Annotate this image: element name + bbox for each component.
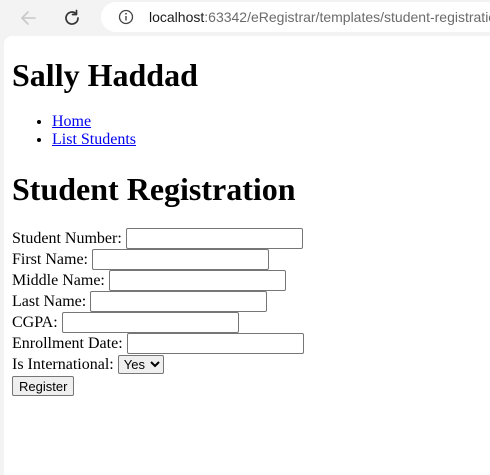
reload-icon <box>65 9 79 25</box>
submit-row: Register <box>12 375 482 396</box>
is-international-label: Is International: <box>12 355 114 373</box>
cgpa-row: CGPA: <box>12 312 482 333</box>
url-path: :63342/eRegistrar/templates/student-regi… <box>204 9 490 25</box>
is-international-row: Is International: Yes <box>12 354 482 375</box>
url-host: localhost <box>149 9 205 25</box>
first-name-row: First Name: <box>12 249 482 270</box>
nav-list: Home List Students <box>12 113 482 149</box>
last-name-label: Last Name: <box>12 292 87 310</box>
page-title: Student Registration <box>12 171 296 207</box>
enrollment-date-input[interactable] <box>126 333 304 354</box>
arrow-left-icon <box>21 11 36 25</box>
registration-form: Student Number: First Name: Middle Name:… <box>12 228 482 396</box>
last-name-row: Last Name: <box>12 291 482 312</box>
site-title: Sally Haddad <box>12 57 198 93</box>
middle-name-input[interactable] <box>108 270 286 291</box>
browser-toolbar: localhost:63342/eRegistrar/templates/stu… <box>0 0 490 36</box>
back-button[interactable] <box>14 4 42 32</box>
student-number-label: Student Number: <box>12 229 122 247</box>
student-number-input[interactable] <box>125 228 303 249</box>
url-text[interactable]: localhost:63342/eRegistrar/templates/stu… <box>149 9 490 25</box>
info-circle-icon[interactable] <box>117 8 135 26</box>
list-students-link[interactable]: List Students <box>52 131 136 148</box>
first-name-input[interactable] <box>92 249 269 270</box>
home-link[interactable]: Home <box>52 113 91 130</box>
page-content: Sally Haddad Home List Students Student … <box>4 36 490 396</box>
first-name-label: First Name: <box>12 250 88 268</box>
cgpa-input[interactable] <box>61 312 239 333</box>
register-button[interactable]: Register <box>12 376 75 396</box>
nav-item-home: Home <box>52 113 482 131</box>
nav-item-list-students: List Students <box>52 131 482 149</box>
enrollment-date-row: Enrollment Date: <box>12 333 482 354</box>
cgpa-label: CGPA: <box>12 313 58 331</box>
student-number-row: Student Number: <box>12 228 482 249</box>
middle-name-row: Middle Name: <box>12 270 482 291</box>
last-name-input[interactable] <box>90 291 268 312</box>
is-international-select[interactable]: Yes <box>117 355 164 374</box>
enrollment-date-label: Enrollment Date: <box>12 334 123 352</box>
middle-name-label: Middle Name: <box>12 271 105 289</box>
page-viewport: Sally Haddad Home List Students Student … <box>4 36 490 475</box>
reload-button[interactable] <box>58 4 86 32</box>
address-bar[interactable]: localhost:63342/eRegistrar/templates/stu… <box>101 2 490 32</box>
